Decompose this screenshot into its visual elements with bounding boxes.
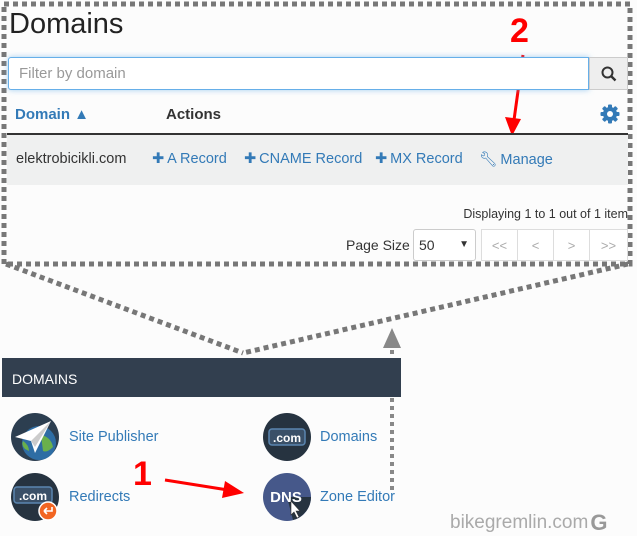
tile-site-publisher[interactable]: Site Publisher (11, 413, 158, 461)
link-label: Manage (500, 151, 553, 168)
link-label: A Record (167, 151, 227, 167)
plus-icon: ✚ (244, 151, 257, 167)
paper-plane-globe-icon (11, 413, 59, 461)
plus-icon: ✚ (152, 151, 165, 167)
displaying-status: Displaying 1 to 1 out of 1 item (463, 207, 628, 221)
table-row: elektrobicikli.com ✚ A Record ✚ CNAME Reco… (7, 135, 628, 185)
section-header: DOMAINS (2, 358, 401, 397)
link-label: CNAME Record (259, 151, 363, 167)
tile-domains[interactable]: .com Domains (263, 413, 377, 461)
gray-arrow-head (383, 328, 401, 348)
zoom-line-left (5, 261, 244, 356)
search-button[interactable] (589, 57, 628, 90)
step-2-label: 2 (510, 12, 529, 50)
tile-label: Redirects (69, 489, 131, 505)
first-page-button[interactable]: << (481, 229, 518, 261)
wrench-icon: 🔧︎ (479, 152, 498, 168)
red-arrow-1-head (222, 481, 244, 498)
caret-down-icon: ▼ (459, 239, 469, 250)
add-a-record-link[interactable]: ✚ A Record (152, 151, 227, 167)
svg-text:DNS: DNS (270, 489, 302, 506)
dotcom-icon: .com (263, 413, 311, 461)
page-size-select[interactable]: 50 ▼ (413, 229, 476, 261)
tile-zone-editor[interactable]: DNS Zone Editor (263, 473, 395, 521)
tile-redirects[interactable]: .com Redirects (11, 473, 130, 521)
add-cname-record-link[interactable]: ✚ CNAME Record (244, 151, 362, 167)
page-size-label: Page Size (346, 237, 410, 253)
gremlin-logo-icon: G (590, 510, 608, 535)
page-title: Domains (9, 8, 124, 40)
watermark: bikegremlin.com G (450, 510, 607, 536)
tile-label: Domains (320, 429, 378, 445)
domain-cell: elektrobicikli.com (16, 151, 127, 167)
svg-text:.com: .com (19, 489, 47, 503)
add-mx-record-link[interactable]: ✚ MX Record (375, 151, 463, 167)
red-arrow-1 (164, 478, 229, 492)
plus-icon: ✚ (375, 151, 388, 167)
watermark-text: bikegremlin.com (450, 512, 589, 533)
column-header-domain[interactable]: Domain ▲ (15, 106, 89, 123)
svg-text:.com: .com (273, 431, 301, 445)
gear-icon[interactable] (600, 104, 620, 124)
tile-label: Site Publisher (69, 429, 159, 445)
dotcom-redirect-icon: .com (11, 473, 59, 521)
zoom-line-right (242, 261, 629, 356)
manage-link[interactable]: 🔧︎ Manage (479, 151, 553, 169)
tile-label: Zone Editor (320, 489, 395, 505)
filter-input[interactable] (8, 57, 589, 90)
next-page-button[interactable]: > (553, 229, 590, 261)
prev-page-button[interactable]: < (517, 229, 554, 261)
column-header-actions: Actions (166, 106, 222, 123)
dns-icon: DNS (263, 473, 311, 521)
last-page-button[interactable]: >> (589, 229, 628, 261)
search-icon (601, 66, 616, 81)
link-label: MX Record (390, 151, 463, 167)
page-size-value: 50 (419, 237, 435, 253)
